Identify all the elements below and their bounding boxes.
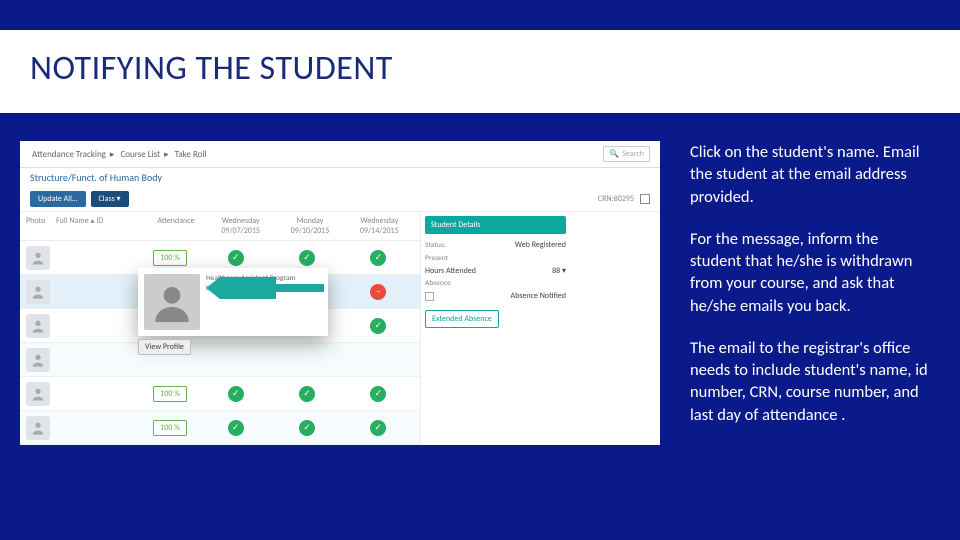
instruction-text: Click on the student's name. Email the s… <box>690 141 930 520</box>
app-screenshot: Attendance Tracking▸ Course List▸ Take R… <box>20 141 660 445</box>
col-day2: Monday09/10/2015 <box>275 216 344 236</box>
callout-arrow <box>206 277 276 299</box>
check-icon[interactable]: ✓ <box>299 386 315 402</box>
col-day3: Wednesday09/14/2015 <box>345 216 414 236</box>
attendance-badge: 100 % <box>153 420 187 436</box>
breadcrumb: Attendance Tracking▸ Course List▸ Take R… <box>30 149 209 160</box>
extended-absence-button[interactable]: Extended Absence <box>425 310 499 328</box>
roster-header: Photo Full Name ▴ ID Attendance Wednesda… <box>20 212 420 241</box>
popup-avatar-icon <box>144 274 200 330</box>
attendance-badge: 100 % <box>153 386 187 402</box>
crumb-2[interactable]: Course List <box>120 149 160 160</box>
slide-title: NOTIFYING THE STUDENT <box>30 48 930 89</box>
avatar-icon <box>26 280 50 304</box>
hours-value[interactable]: 88 ▾ <box>552 266 566 276</box>
check-icon[interactable]: ✓ <box>228 250 244 266</box>
absent-icon[interactable]: – <box>370 284 386 300</box>
col-day1: Wednesday09/07/2015 <box>206 216 275 236</box>
check-icon[interactable]: ✓ <box>370 250 386 266</box>
class-button[interactable]: Class ▾ <box>91 191 129 207</box>
course-name: Structure/Funct. of Human Body <box>20 168 660 187</box>
table-row[interactable] <box>20 343 420 377</box>
hours-label: Hours Attended <box>425 266 476 276</box>
check-icon[interactable]: ✓ <box>370 386 386 402</box>
avatar-icon <box>26 246 50 270</box>
status-value: Web Registered <box>515 240 566 250</box>
check-icon[interactable]: ✓ <box>228 386 244 402</box>
search-placeholder: Search <box>622 149 644 159</box>
screenshot-column: Attendance Tracking▸ Course List▸ Take R… <box>20 141 660 520</box>
avatar-icon <box>26 416 50 440</box>
present-label: Present <box>425 254 566 263</box>
col-photo: Photo <box>26 216 56 236</box>
sidebar-tab[interactable]: Student Details <box>425 216 566 234</box>
absence-label: Absence <box>425 279 566 288</box>
check-icon[interactable]: ✓ <box>228 420 244 436</box>
content-area: Attendance Tracking▸ Course List▸ Take R… <box>0 113 960 540</box>
crumb-3: Take Roll <box>175 149 207 160</box>
top-accent-bar <box>0 0 960 30</box>
absence-notified-label: Absence Notified <box>510 291 566 301</box>
check-icon[interactable]: ✓ <box>370 318 386 334</box>
col-name: Full Name ▴ ID <box>56 216 146 236</box>
table-row[interactable]: 100 % ✓ ✓ ✓ <box>20 411 420 445</box>
check-icon[interactable]: ✓ <box>299 250 315 266</box>
update-all-button[interactable]: Update All… <box>30 191 86 207</box>
avatar-icon <box>26 314 50 338</box>
col-attendance: Attendance <box>146 216 206 236</box>
paragraph-3: The email to the registrar's office need… <box>690 337 930 426</box>
main-columns: Photo Full Name ▴ ID Attendance Wednesda… <box>20 212 660 445</box>
status-label: Status: <box>425 241 446 250</box>
calendar-icon[interactable] <box>640 194 650 204</box>
absence-checkbox[interactable] <box>425 292 434 301</box>
search-input[interactable]: 🔍 Search <box>603 146 650 162</box>
avatar-icon <box>26 348 50 372</box>
paragraph-1: Click on the student's name. Email the s… <box>690 141 930 208</box>
toolbar: Update All… Class ▾ CRN:80295 <box>20 187 660 212</box>
avatar-icon <box>26 382 50 406</box>
view-profile-button[interactable]: View Profile <box>138 339 191 355</box>
table-row[interactable]: 100 % ✓ ✓ ✓ <box>20 377 420 411</box>
slide: NOTIFYING THE STUDENT Attendance Trackin… <box>0 0 960 540</box>
student-details-sidebar: Student Details Status: Web Registered P… <box>420 212 570 445</box>
search-icon: 🔍 <box>609 149 619 159</box>
toolbar-right: CRN:80295 <box>598 194 650 204</box>
crn-label: CRN:80295 <box>598 194 634 204</box>
attendance-badge: 100 % <box>153 250 187 266</box>
paragraph-2: For the message, inform the student that… <box>690 228 930 317</box>
check-icon[interactable]: ✓ <box>370 420 386 436</box>
app-header: Attendance Tracking▸ Course List▸ Take R… <box>20 141 660 168</box>
check-icon[interactable]: ✓ <box>299 420 315 436</box>
crumb-1[interactable]: Attendance Tracking <box>32 149 106 160</box>
title-area: NOTIFYING THE STUDENT <box>0 30 960 113</box>
